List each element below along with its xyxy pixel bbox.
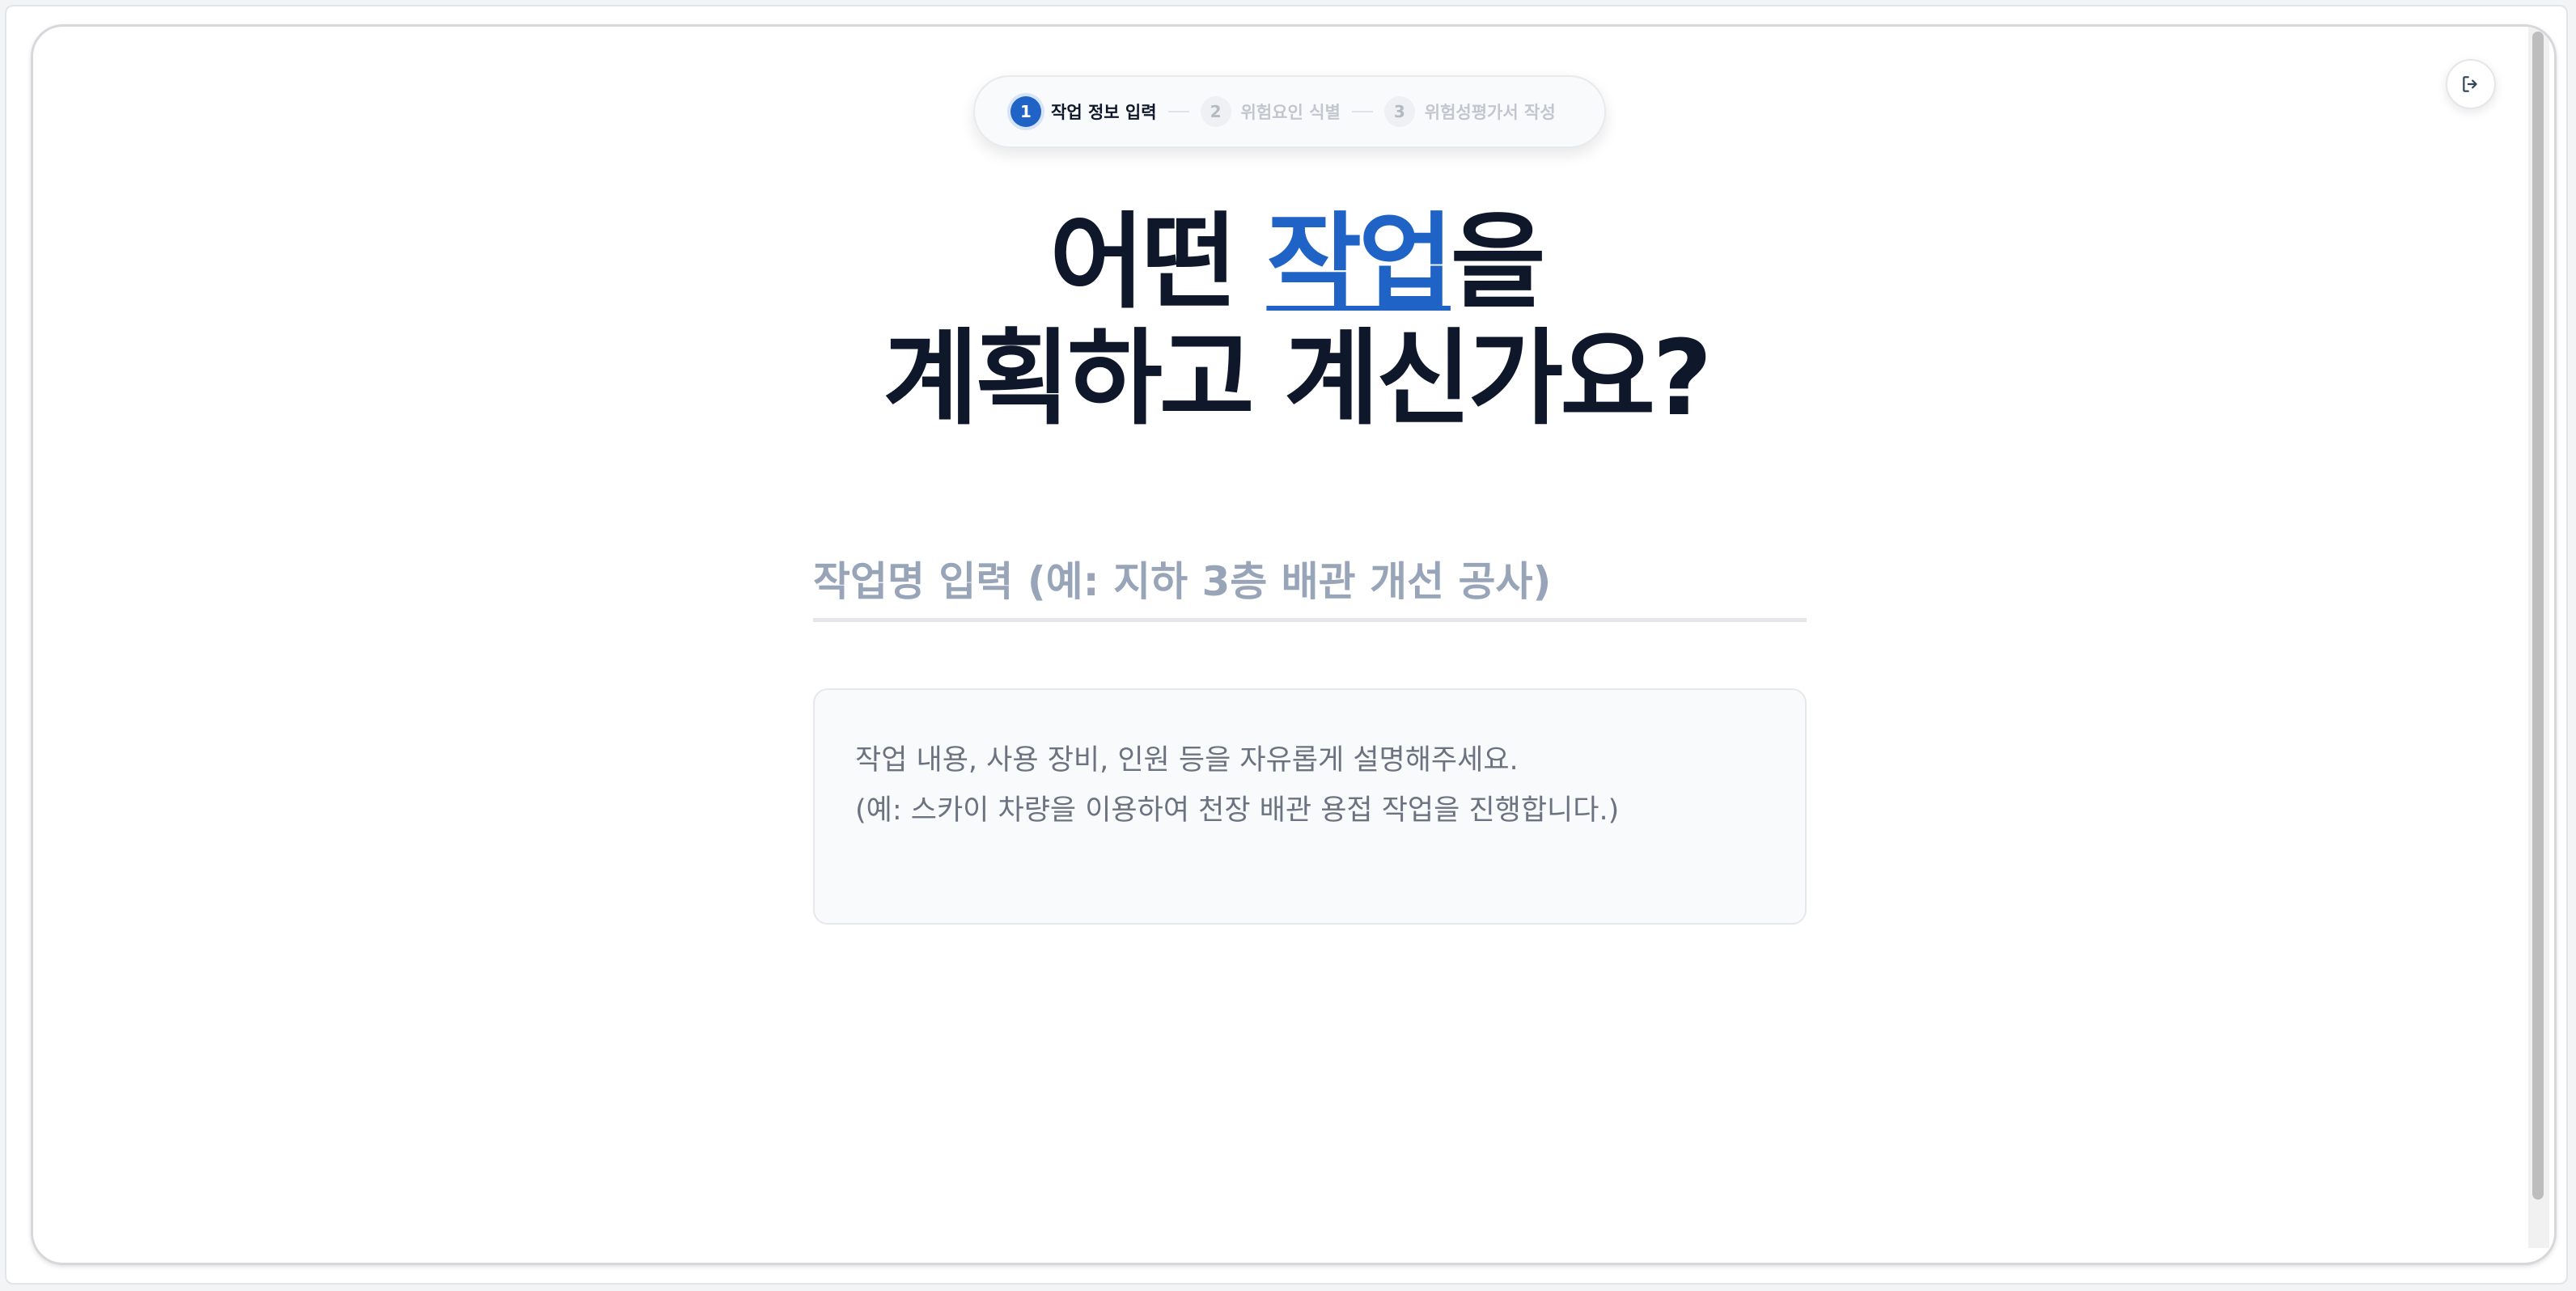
step-divider	[1351, 111, 1373, 112]
screen-frame: 1 작업 정보 입력 2 위험요인 식별 3 위험성평가서 작성 어떤 작업을 …	[5, 5, 2568, 1285]
step-3[interactable]: 3 위험성평가서 작성	[1383, 96, 1556, 127]
step-divider	[1167, 111, 1189, 112]
step-1-label: 작업 정보 입력	[1051, 103, 1157, 122]
scrollbar-thumb[interactable]	[2532, 32, 2544, 1200]
logout-button[interactable]	[2446, 59, 2496, 109]
task-description-textarea[interactable]	[813, 688, 1807, 925]
step-1[interactable]: 1 작업 정보 입력	[1010, 96, 1157, 127]
scrollbar[interactable]	[2528, 27, 2549, 1248]
task-title-input[interactable]	[813, 544, 1807, 622]
step-3-label: 위험성평가서 작성	[1424, 103, 1556, 122]
headline-prefix: 어떤	[1049, 202, 1267, 323]
logout-icon	[2463, 76, 2477, 92]
step-2-number: 2	[1200, 96, 1231, 127]
headline-line-2: 계획하고 계신가요?	[883, 319, 1713, 439]
headline-suffix: 을	[1450, 202, 1546, 323]
page-headline: 어떤 작업을 계획하고 계신가요?	[33, 202, 2554, 439]
step-3-number: 3	[1383, 96, 1415, 127]
step-2[interactable]: 2 위험요인 식별	[1200, 96, 1341, 127]
app-window: 1 작업 정보 입력 2 위험요인 식별 3 위험성평가서 작성 어떤 작업을 …	[31, 24, 2557, 1265]
headline-line-1: 어떤 작업을	[33, 202, 2554, 323]
headline-accent: 작업	[1266, 202, 1454, 323]
step-1-number: 1	[1010, 96, 1041, 127]
step-2-label: 위험요인 식별	[1240, 103, 1341, 122]
progress-stepper: 1 작업 정보 입력 2 위험요인 식별 3 위험성평가서 작성	[973, 75, 1606, 148]
